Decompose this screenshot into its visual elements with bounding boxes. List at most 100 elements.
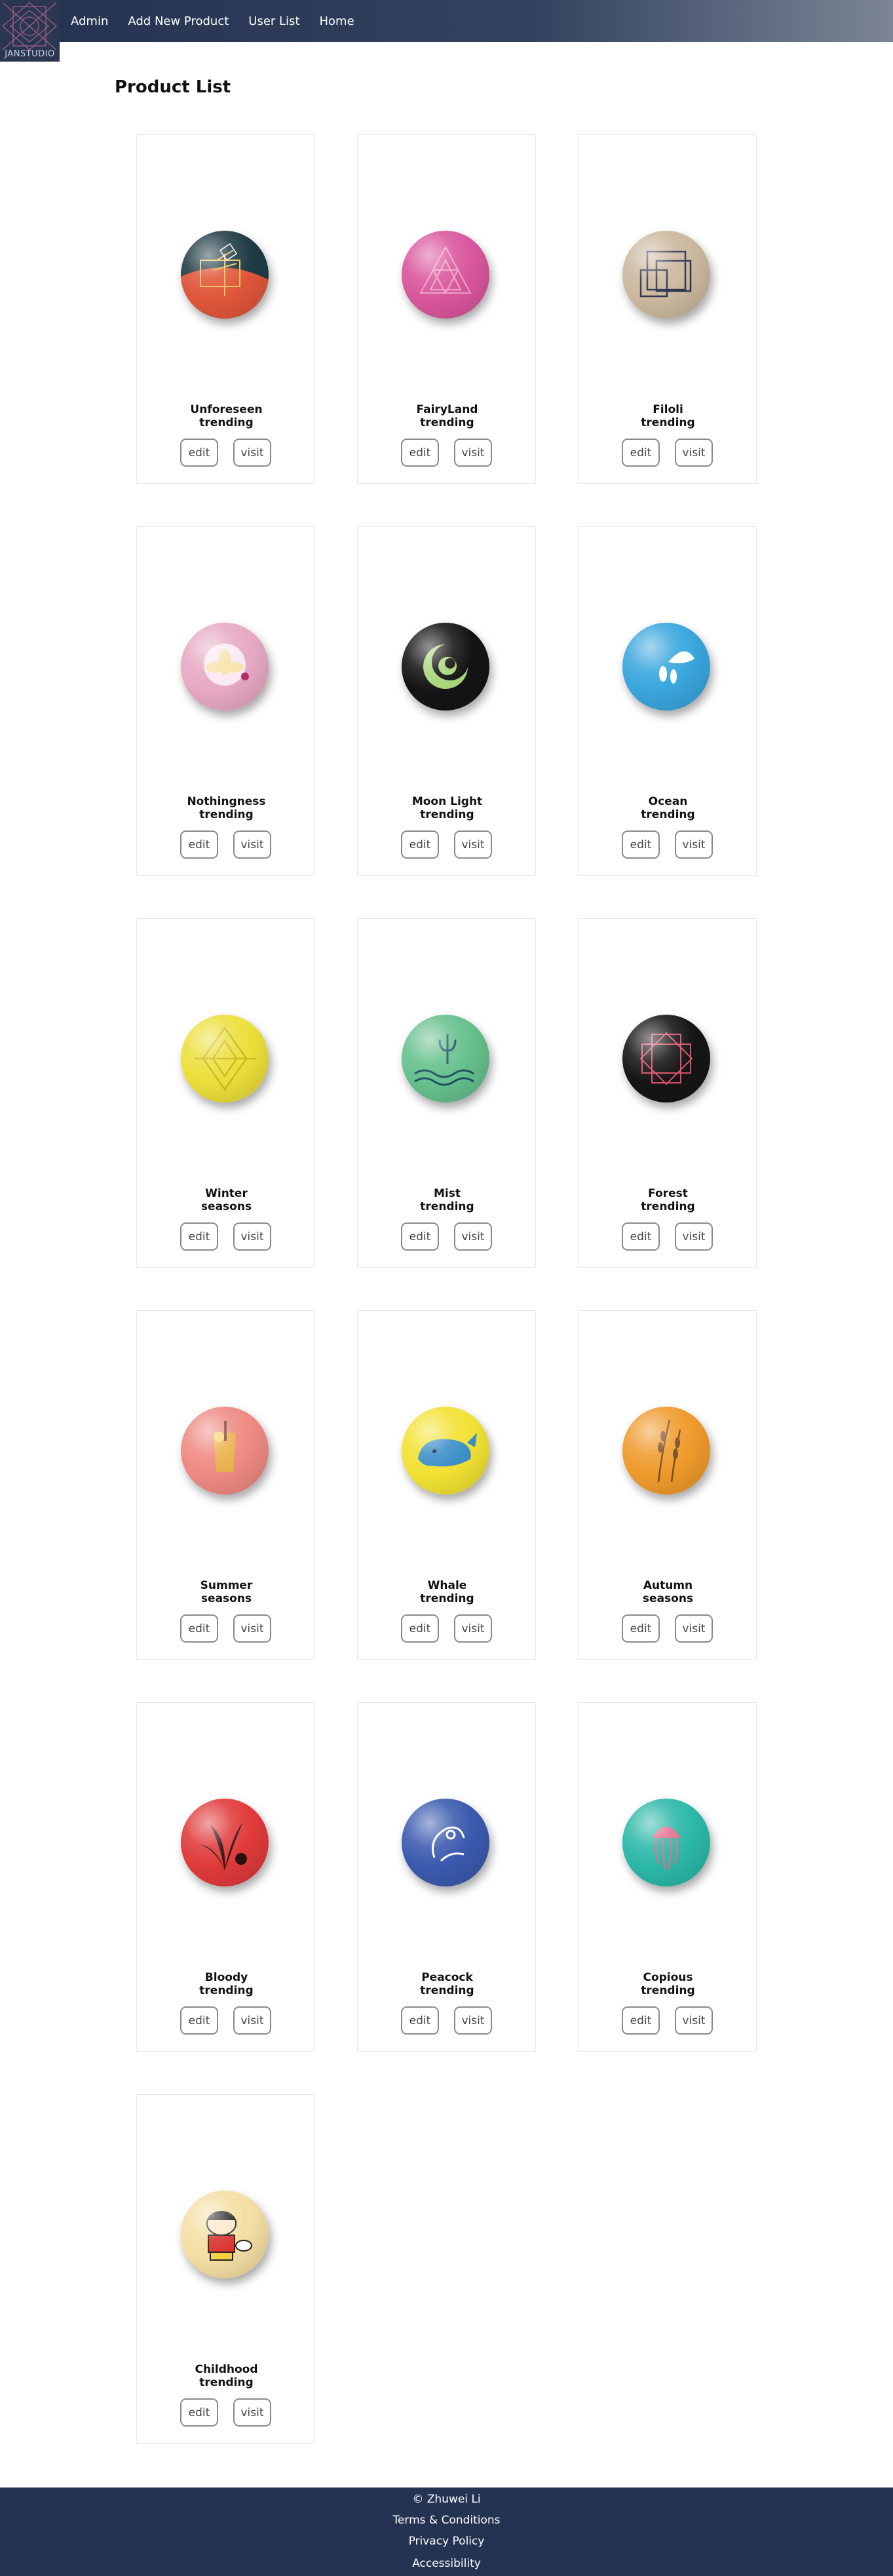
wheat-badge-icon[interactable] <box>622 1407 710 1494</box>
product-name: Forest <box>648 1187 688 1200</box>
product-card: Summer seasons edit visit <box>136 1310 315 1660</box>
visit-button[interactable]: visit <box>233 2398 271 2427</box>
product-name: Childhood <box>195 2363 258 2376</box>
peacock-badge-icon[interactable] <box>402 1799 489 1886</box>
product-category: trending <box>641 1200 695 1213</box>
whale-badge-icon[interactable] <box>402 1407 489 1494</box>
product-card: Winter seasons edit visit <box>136 918 315 1268</box>
edit-button[interactable]: edit <box>622 1614 660 1643</box>
product-card: Nothingness trending edit visit <box>136 526 315 876</box>
product-category: trending <box>420 1592 474 1605</box>
visit-button[interactable]: visit <box>233 439 271 467</box>
visit-button[interactable]: visit <box>233 1614 271 1643</box>
visit-button[interactable]: visit <box>454 439 492 467</box>
visit-button[interactable]: visit <box>454 830 492 859</box>
product-name: Peacock <box>421 1971 473 1984</box>
geometric-star-badge-icon[interactable] <box>622 1015 710 1103</box>
visit-button[interactable]: visit <box>233 1222 271 1251</box>
footer-copyright: © Zhuwei Li <box>412 2493 481 2506</box>
visit-button[interactable]: visit <box>233 830 271 859</box>
product-category: trending <box>420 1984 474 1997</box>
product-name: Unforeseen <box>190 403 263 416</box>
visit-button[interactable]: visit <box>233 2006 271 2035</box>
visit-button[interactable]: visit <box>454 1614 492 1643</box>
product-name: Summer <box>200 1579 253 1592</box>
product-name: Autumn <box>643 1579 693 1592</box>
product-category: trending <box>199 1984 254 1997</box>
product-card: Autumn seasons edit visit <box>578 1310 757 1660</box>
product-card: Copious trending edit visit <box>578 1702 757 2052</box>
visit-button[interactable]: visit <box>675 439 713 467</box>
visit-button[interactable]: visit <box>675 1222 713 1251</box>
footer-link-accessibility[interactable]: Accessibility <box>0 2557 893 2570</box>
product-name: FairyLand <box>416 403 478 416</box>
edit-button[interactable]: edit <box>401 830 439 859</box>
footer-link-terms[interactable]: Terms & Conditions <box>0 2514 893 2527</box>
edit-button[interactable]: edit <box>622 439 660 467</box>
product-category: trending <box>641 808 695 821</box>
product-card: Whale trending edit visit <box>357 1310 536 1660</box>
product-card: Mist trending edit visit <box>357 918 536 1268</box>
product-name: Whale <box>427 1579 467 1592</box>
product-category: trending <box>199 808 254 821</box>
product-name: Ocean <box>648 795 688 808</box>
product-card: Ocean trending edit visit <box>578 526 757 876</box>
product-category: trending <box>199 2376 254 2389</box>
trident-waves-badge-icon[interactable] <box>402 1015 489 1103</box>
product-card: FairyLand trending edit visit <box>357 134 536 484</box>
product-name: Bloody <box>204 1971 248 1984</box>
squares-badge-icon[interactable] <box>622 231 710 319</box>
product-card: Peacock trending edit visit <box>357 1702 536 2052</box>
plant-silhouette-badge-icon[interactable] <box>181 1799 269 1886</box>
edit-button[interactable]: edit <box>401 1614 439 1643</box>
product-card: Childhood trending edit visit <box>136 2094 315 2444</box>
triangle-pattern-badge-icon[interactable] <box>402 231 489 319</box>
drink-glass-badge-icon[interactable] <box>181 1407 269 1494</box>
product-category: trending <box>641 1984 695 1997</box>
edit-button[interactable]: edit <box>401 2006 439 2035</box>
edit-button[interactable]: edit <box>180 2006 218 2035</box>
product-category: seasons <box>200 1200 252 1213</box>
product-name: Mist <box>434 1187 461 1200</box>
edit-button[interactable]: edit <box>401 1222 439 1251</box>
product-category: trending <box>641 416 695 429</box>
wave-drop-badge-icon[interactable] <box>622 623 710 711</box>
product-card: Moon Light trending edit visit <box>357 526 536 876</box>
visit-button[interactable]: visit <box>454 1222 492 1251</box>
visit-button[interactable]: visit <box>454 2006 492 2035</box>
edit-button[interactable]: edit <box>180 1614 218 1643</box>
crescent-swirl-badge-icon[interactable] <box>402 623 489 711</box>
visit-button[interactable]: visit <box>675 830 713 859</box>
edit-button[interactable]: edit <box>622 1222 660 1251</box>
edit-button[interactable]: edit <box>180 2398 218 2427</box>
product-card: Unforeseen trending edit visit <box>136 134 315 484</box>
jellyfish-badge-icon[interactable] <box>622 1799 710 1886</box>
edit-button[interactable]: edit <box>622 830 660 859</box>
flower-line-art-badge-icon[interactable] <box>181 231 269 319</box>
lotus-badge-icon[interactable] <box>181 623 269 711</box>
product-category: trending <box>199 416 254 429</box>
diamond-pattern-badge-icon[interactable] <box>181 1015 269 1103</box>
cartoon-boy-badge-icon[interactable] <box>181 2191 269 2278</box>
product-grid: Unforeseen trending edit visit FairyLand… <box>0 0 893 2484</box>
product-card: Forest trending edit visit <box>578 918 757 1268</box>
product-name: Nothingness <box>187 795 266 808</box>
edit-button[interactable]: edit <box>180 439 218 467</box>
product-name: Moon Light <box>411 795 483 808</box>
visit-button[interactable]: visit <box>675 2006 713 2035</box>
product-name: Winter <box>205 1187 248 1200</box>
product-category: trending <box>420 808 474 821</box>
edit-button[interactable]: edit <box>401 439 439 467</box>
edit-button[interactable]: edit <box>180 830 218 859</box>
product-card: Filoli trending edit visit <box>578 134 757 484</box>
product-category: seasons <box>642 1592 694 1605</box>
visit-button[interactable]: visit <box>675 1614 713 1643</box>
product-name: Copious <box>643 1971 693 1984</box>
footer-link-privacy[interactable]: Privacy Policy <box>0 2535 893 2548</box>
product-card: Bloody trending edit visit <box>136 1702 315 2052</box>
product-category: trending <box>420 416 474 429</box>
product-category: seasons <box>200 1592 252 1605</box>
product-category: trending <box>420 1200 474 1213</box>
edit-button[interactable]: edit <box>180 1222 218 1251</box>
edit-button[interactable]: edit <box>622 2006 660 2035</box>
